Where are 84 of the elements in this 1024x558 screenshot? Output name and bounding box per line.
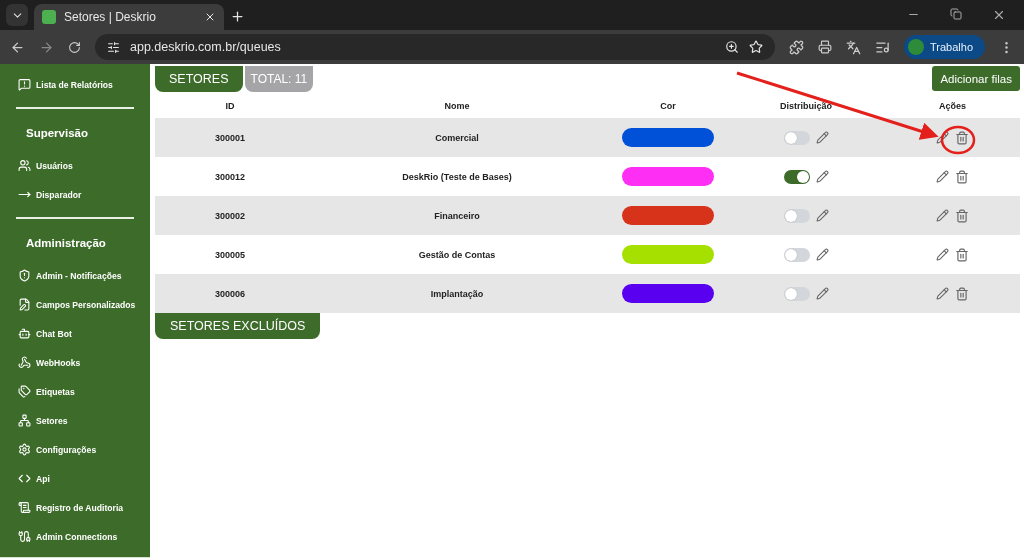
edit-icon[interactable] [936, 170, 949, 183]
form-icon [18, 298, 31, 311]
column-header: Ações [938, 100, 967, 113]
table-cell-text: 300002 [213, 210, 246, 221]
close-icon[interactable] [204, 11, 216, 23]
edit-icon[interactable] [936, 131, 949, 144]
browser-tab[interactable]: Setores | Deskrio [34, 4, 224, 30]
sidebar-item[interactable]: Admin - Notificações [18, 261, 148, 290]
table-cell-text: 300001 [213, 132, 246, 143]
close-icon[interactable] [992, 8, 1006, 22]
sidebar-item[interactable]: Configurações [18, 435, 148, 464]
sidebar-item[interactable]: Setores [18, 406, 148, 435]
robot-icon [18, 327, 31, 340]
table-cell-text: 300012 [213, 171, 246, 182]
toggle-switch[interactable] [783, 247, 810, 262]
sidebar-item[interactable]: Etiquetas [18, 377, 148, 406]
shield-icon [18, 269, 31, 282]
settings-icon [18, 443, 31, 456]
back-icon[interactable] [10, 39, 25, 55]
trash-icon[interactable] [955, 130, 969, 145]
toggle-switch[interactable] [783, 130, 810, 145]
column-header: Distribuição [779, 100, 833, 113]
sidebar-item[interactable]: Registro de Auditoria [18, 493, 148, 522]
sidebar-heading: Supervisão [25, 126, 89, 141]
new-tab-icon[interactable] [230, 9, 245, 24]
column-header: Nome [443, 100, 471, 113]
site-settings-icon[interactable] [107, 40, 120, 54]
pencil-icon[interactable] [815, 170, 829, 183]
sidebar-item[interactable]: Chat Bot [18, 319, 148, 348]
sidebar-item[interactable]: Lista de Relatórios [18, 70, 148, 99]
scroll-icon [18, 501, 31, 514]
table-cell-text: Comercial [434, 132, 480, 143]
table-cell-text: 300005 [213, 249, 246, 260]
code-icon [18, 472, 31, 485]
avatar-icon [908, 39, 924, 55]
edit-icon[interactable] [936, 287, 949, 300]
translate-icon[interactable] [846, 39, 861, 55]
sidebar-item[interactable]: Campos Personalizados [18, 290, 148, 319]
reload-icon[interactable] [68, 40, 81, 54]
webhook-icon [18, 356, 31, 369]
users-icon [18, 159, 31, 172]
pencil-icon[interactable] [815, 287, 829, 300]
tags-icon [18, 385, 31, 398]
report-icon [18, 78, 31, 91]
table-cell-text: Financeiro [433, 210, 481, 221]
restore-icon[interactable] [950, 8, 962, 20]
total-badge: TOTAL: 11 [244, 66, 314, 92]
favicon-icon [42, 10, 56, 24]
table-cell-text: DeskRio (Teste de Bases) [401, 171, 513, 182]
pencil-icon[interactable] [815, 248, 829, 261]
zoom-icon[interactable] [725, 40, 739, 54]
table-cell-text: 300006 [213, 288, 246, 299]
table-cell-text: Gestão de Contas [417, 249, 497, 260]
sidebar-item[interactable]: Api [18, 464, 148, 493]
forward-icon[interactable] [39, 39, 54, 55]
sectors-tab[interactable]: SETORES [155, 66, 243, 92]
pencil-icon[interactable] [815, 131, 829, 144]
toggle-switch[interactable] [783, 208, 810, 223]
column-header: Cor [659, 100, 677, 113]
toggle-switch[interactable] [783, 169, 810, 184]
edit-icon[interactable] [936, 248, 949, 261]
column-header: ID [224, 100, 236, 113]
network-icon [18, 414, 31, 427]
trash-icon[interactable] [955, 247, 969, 262]
address-bar[interactable]: app.deskrio.com.br/queues [95, 34, 775, 60]
sidebar-heading: Administração [25, 236, 107, 251]
toggle-switch[interactable] [783, 286, 810, 301]
pencil-icon[interactable] [815, 209, 829, 222]
add-queue-button[interactable]: Adicionar filas [932, 66, 1020, 91]
media-icon[interactable] [875, 39, 890, 55]
edit-icon[interactable] [936, 209, 949, 222]
trash-icon[interactable] [955, 286, 969, 301]
plug-icon [18, 530, 31, 543]
sidebar-item[interactable]: Admin Connections [18, 522, 148, 551]
deleted-sectors-button[interactable]: SETORES EXCLUÍDOS [155, 313, 321, 339]
sidebar-item[interactable]: Disparador [18, 180, 148, 209]
trash-icon[interactable] [955, 169, 969, 184]
sidebar-item[interactable]: WebHooks [18, 348, 148, 377]
extensions-icon[interactable] [789, 39, 804, 55]
table-cell-text: Implantação [429, 288, 485, 299]
profile-button[interactable]: Trabalho [904, 35, 985, 59]
bookmark-star-icon[interactable] [749, 40, 763, 54]
sidebar-item[interactable]: Usuários [18, 151, 148, 180]
trash-icon[interactable] [955, 208, 969, 223]
